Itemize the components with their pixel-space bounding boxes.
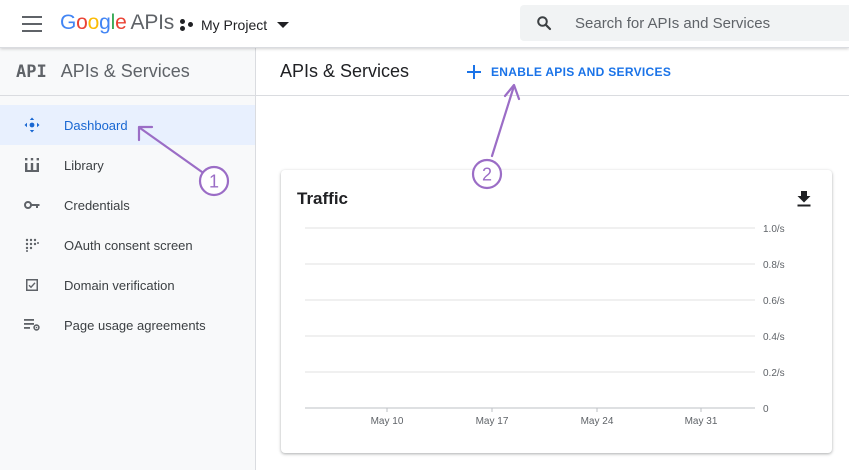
project-selector[interactable]: My Project — [180, 14, 290, 36]
logo-letter: o — [87, 11, 100, 34]
sidebar-item-oauth-consent[interactable]: OAuth consent screen — [0, 225, 255, 265]
y-tick-label: 0.4/s — [763, 332, 785, 343]
x-tick-label: May 17 — [476, 416, 509, 427]
menu-icon[interactable] — [22, 16, 42, 32]
y-tick-label: 0.6/s — [763, 296, 785, 307]
sidebar-item-domain-verification[interactable]: Domain verification — [0, 265, 255, 305]
logo-letter: e — [115, 11, 127, 34]
dashboard-icon — [24, 117, 40, 133]
project-name: My Project — [201, 17, 268, 33]
plus-icon — [467, 65, 481, 79]
y-tick-label: 1.0/s — [763, 224, 785, 235]
logo-letter: o — [76, 11, 88, 34]
sidebar-item-label: Page usage agreements — [64, 317, 206, 333]
key-icon — [24, 197, 40, 213]
dropdown-arrow-icon — [277, 22, 290, 28]
search-box[interactable] — [520, 5, 849, 41]
search-icon — [537, 16, 552, 31]
traffic-chart: 0 0.2/s 0.4/s 0.6/s 0.8/s 1.0/s May 10 May 17 Ma… — [305, 224, 785, 427]
sidebar-item-label: Dashboard — [64, 117, 128, 133]
y-tick-label: 0.8/s — [763, 260, 785, 271]
sidebar-item-library[interactable]: Library — [0, 145, 255, 185]
y-tick-label: 0 — [763, 404, 769, 415]
sidebar-item-label: OAuth consent screen — [64, 237, 193, 253]
sidebar-item-label: Credentials — [64, 197, 130, 213]
x-tick-label: May 31 — [685, 416, 718, 427]
sidebar-item-dashboard[interactable]: Dashboard — [0, 105, 255, 145]
x-tick-label: May 24 — [581, 416, 614, 427]
checkbox-icon — [24, 277, 40, 293]
logo-suffix: APIs — [130, 11, 175, 34]
enable-apis-button[interactable]: ENABLE APIS AND SERVICES — [467, 60, 671, 84]
sidebar-item-page-usage[interactable]: Page usage agreements — [0, 305, 255, 345]
sidebar-title: APIs & Services — [60, 61, 190, 81]
api-logo-icon: API — [16, 61, 47, 82]
sidebar-item-label: Library — [64, 157, 104, 173]
sidebar: API APIs & Services Dashboard Library Cr… — [0, 48, 256, 470]
page-title: APIs & Services — [280, 61, 410, 81]
settings-list-icon — [24, 317, 40, 333]
logo-letter: g — [99, 11, 111, 34]
project-icon — [180, 18, 194, 32]
google-apis-logo[interactable]: Google APIs — [60, 11, 174, 35]
x-tick-label: May 10 — [371, 416, 404, 427]
y-tick-label: 0.2/s — [763, 368, 785, 379]
consent-icon — [24, 237, 40, 253]
main-header: APIs & Services ENABLE APIS AND SERVICES — [256, 48, 849, 96]
logo-letter: G — [60, 11, 77, 34]
sidebar-item-label: Domain verification — [64, 277, 175, 293]
sidebar-header: API APIs & Services — [0, 48, 255, 96]
library-icon — [24, 157, 40, 173]
sidebar-nav: Dashboard Library Credentials OAuth cons… — [0, 105, 255, 345]
traffic-card: Traffic 0 0.2/s 0.4/s 0.6/s 0.8/s 1.0/s May 10… — [281, 170, 832, 453]
search-input[interactable] — [575, 5, 835, 41]
enable-apis-label: ENABLE APIS AND SERVICES — [491, 65, 672, 79]
sidebar-item-credentials[interactable]: Credentials — [0, 185, 255, 225]
top-bar: Google APIs My Project — [0, 0, 849, 48]
